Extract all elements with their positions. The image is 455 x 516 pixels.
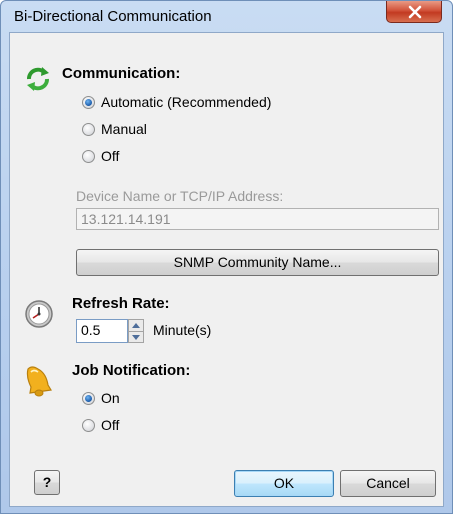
radio-dot <box>82 418 95 432</box>
radio-job-off[interactable]: Off <box>82 417 119 433</box>
radio-dot <box>82 122 95 136</box>
radio-job-on[interactable]: On <box>82 390 120 406</box>
window-title: Bi-Directional Communication <box>14 8 212 25</box>
sync-icon <box>27 67 49 91</box>
refresh-rate-unit: Minute(s) <box>153 322 212 338</box>
device-address-field[interactable]: 13.121.14.191 <box>76 208 439 230</box>
chevron-up-icon <box>132 323 140 328</box>
help-button[interactable]: ? <box>34 470 60 495</box>
close-button[interactable] <box>386 1 442 23</box>
radio-label: Off <box>101 148 120 164</box>
radio-automatic[interactable]: Automatic (Recommended) <box>82 94 271 110</box>
communication-title: Communication: <box>62 65 181 82</box>
dialog-content: Communication: Automatic (Recommended) M… <box>9 32 444 507</box>
radio-dot <box>82 95 95 109</box>
title-bar[interactable]: Bi-Directional Communication <box>1 1 452 31</box>
refresh-rate-stepper[interactable] <box>128 319 144 343</box>
radio-dot <box>82 149 95 163</box>
radio-label: Automatic (Recommended) <box>101 94 272 110</box>
radio-dot <box>82 391 95 405</box>
spin-down-button[interactable] <box>129 332 143 343</box>
device-address-label: Device Name or TCP/IP Address: <box>76 188 284 204</box>
spin-up-button[interactable] <box>129 320 143 332</box>
ok-button[interactable]: OK <box>234 470 334 497</box>
clock-icon <box>25 300 53 328</box>
refresh-rate-input[interactable]: 0.5 <box>76 319 128 343</box>
cancel-button[interactable]: Cancel <box>340 470 436 497</box>
radio-label: On <box>101 390 120 406</box>
radio-label: Manual <box>101 121 147 137</box>
bell-icon <box>26 366 52 397</box>
chevron-down-icon <box>132 335 140 340</box>
dialog-window: Bi-Directional Communication Communicati… <box>0 0 453 514</box>
snmp-community-button[interactable]: SNMP Community Name... <box>76 249 439 276</box>
job-notification-title: Job Notification: <box>72 362 191 379</box>
radio-label: Off <box>101 417 120 433</box>
refresh-rate-title: Refresh Rate: <box>72 295 170 312</box>
close-icon <box>408 5 422 19</box>
radio-comm-off[interactable]: Off <box>82 148 119 164</box>
radio-manual[interactable]: Manual <box>82 121 147 137</box>
